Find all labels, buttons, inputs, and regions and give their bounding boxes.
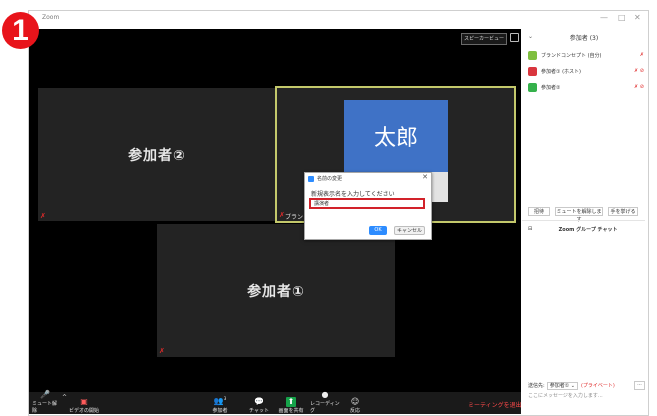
chat-title: Zoom グループ チャット	[558, 227, 618, 233]
chat-label: チャット	[249, 408, 269, 414]
participant-row[interactable]: 参加者② ✗ ⊘	[528, 81, 644, 93]
invite-button[interactable]: 招待	[528, 207, 550, 216]
participant-name: 参加者②	[541, 84, 561, 91]
participants-icon: 👥3	[213, 396, 227, 406]
dialog-title: 名前の変更	[317, 176, 343, 182]
record-icon: ●	[321, 390, 329, 399]
fullscreen-icon[interactable]	[510, 33, 519, 42]
participant-count: 3	[223, 396, 227, 402]
title-bar	[29, 11, 521, 29]
chat-button[interactable]: 💬 チャット	[248, 392, 270, 414]
taro-name-card: 太郎	[344, 100, 448, 172]
muted-mic-video-off-icon: ✗ ⊘	[634, 84, 644, 90]
avatar	[528, 66, 537, 76]
dialog-close-icon[interactable]: ✕	[422, 173, 428, 181]
participants-label: 参加者	[212, 408, 228, 414]
muted-mic-icon: ✗	[159, 347, 165, 355]
video-camera-off-icon: ▣	[80, 397, 88, 406]
chat-bubble-icon: 💬	[254, 397, 264, 406]
participant-row[interactable]: ブランドコンセプト (自分) ✗	[528, 49, 644, 61]
muted-mic-icon: ✗	[639, 52, 644, 58]
reactions-label: 反応	[349, 408, 360, 414]
muted-mic-icon: ✗	[279, 211, 285, 219]
chat-recipient-select[interactable]: 参加者① ⌄	[546, 382, 578, 390]
tile-name-participant2: 参加者②	[128, 147, 186, 164]
participants-panel-title: 参加者 (3)	[569, 35, 599, 42]
share-screen-icon: ⬆	[285, 397, 297, 407]
leave-meeting-button[interactable]: ミーティングを退出	[468, 400, 522, 409]
unmute-all-button[interactable]: ミュートを解除します	[555, 207, 603, 223]
share-screen-label: 画面を共有	[278, 408, 304, 414]
start-video-button[interactable]: ▣ ビデオの開始	[68, 392, 100, 414]
speaker-view-button[interactable]: スピーカービュー	[461, 33, 507, 45]
taro-card-shadow	[430, 172, 448, 202]
chat-header: ⊟ Zoom グループ チャット	[528, 226, 644, 233]
close-button[interactable]: ✕	[634, 13, 641, 22]
reactions-button[interactable]: ☺ 反応	[346, 392, 364, 414]
raise-hand-button[interactable]: 手を挙げる	[608, 207, 638, 216]
muted-mic-icon: ✗	[40, 212, 46, 220]
video-tile-participant2[interactable]: 参加者②	[38, 88, 276, 221]
avatar	[528, 50, 537, 60]
audio-options-chevron-icon[interactable]: ^	[62, 394, 67, 401]
unmute-label: ミュート解除	[32, 401, 58, 414]
participant-row[interactable]: 参加者① (ホスト) ✗ ⊘	[528, 65, 644, 77]
chat-more-options-button[interactable]: ···	[634, 381, 645, 390]
zoom-logo-icon	[308, 176, 314, 182]
recording-label: レコーディング	[310, 401, 340, 414]
chat-recipient-row: 送信先: 参加者① ⌄ (プライベート)	[528, 382, 615, 390]
participants-button[interactable]: 👥3 参加者	[208, 392, 232, 414]
chat-message-input[interactable]: ここにメッセージを入力します...	[528, 392, 603, 399]
participant-name: 参加者① (ホスト)	[541, 68, 581, 75]
video-tile-participant1[interactable]: 参加者①	[157, 224, 395, 357]
window-title: Zoom	[42, 14, 60, 21]
maximize-button[interactable]: □	[618, 13, 626, 22]
unmute-button[interactable]: 🎤 ミュート解除	[32, 390, 58, 414]
rename-dialog: 名前の変更 ✕ 新規表示名を入力してください 講演者 OK キャンセル	[304, 172, 432, 240]
chat-to-label: 送信先:	[528, 383, 545, 389]
muted-mic-video-off-icon: ✗ ⊘	[634, 68, 644, 74]
panel-divider	[522, 220, 645, 221]
start-video-label: ビデオの開始	[68, 408, 99, 414]
microphone-icon: 🎤	[40, 390, 50, 399]
dialog-prompt: 新規表示名を入力してください	[311, 191, 395, 198]
private-indicator: (プライベート)	[580, 383, 615, 389]
minimize-button[interactable]: —	[600, 13, 608, 22]
step-number-badge: 1	[2, 12, 39, 49]
participant-name: ブランドコンセプト (自分)	[541, 52, 602, 59]
meeting-toolbar	[29, 392, 521, 414]
tile-name-participant1: 参加者①	[247, 283, 305, 300]
share-screen-button[interactable]: ⬆ 画面を共有	[276, 392, 306, 414]
new-name-input[interactable]: 講演者	[309, 198, 425, 209]
ok-button[interactable]: OK	[369, 226, 387, 235]
avatar	[528, 82, 537, 92]
recording-button[interactable]: ● レコーディング	[310, 390, 340, 414]
cancel-button[interactable]: キャンセル	[394, 226, 425, 235]
reaction-icon: ☺	[350, 397, 360, 406]
